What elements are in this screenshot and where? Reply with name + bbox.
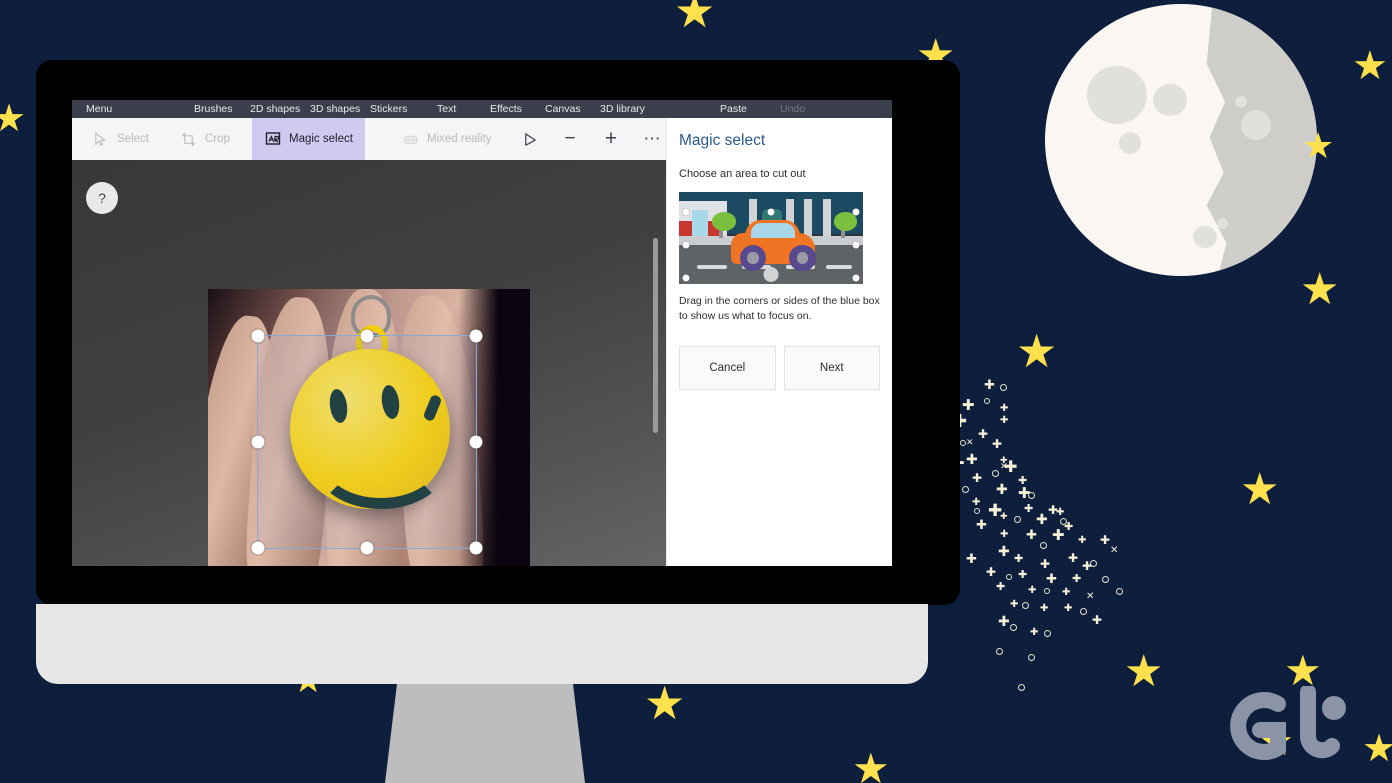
tool-mixed-reality-label: Mixed reality (427, 133, 492, 145)
star-icon: ★ (674, 0, 716, 37)
screenshot-root: ★ ★ ★ ★ ★ ★ ★ ★ ★ ★ ★ ★ ★ ★ ★ ✚ ✚ ✚ ✚ ✚ … (0, 0, 1392, 783)
star-icon: ★ (1352, 44, 1388, 88)
view-3d-button[interactable] (512, 118, 548, 160)
thumb-handle-ne[interactable] (852, 208, 860, 216)
selection-handle-n[interactable] (360, 329, 374, 343)
star-icon: ★ (644, 677, 686, 729)
thumb-car-wheel (789, 244, 816, 272)
thumb-car-window (750, 223, 795, 238)
help-label: ? (98, 190, 106, 206)
star-icon: ★ (1124, 647, 1164, 696)
panel-title: Magic select (679, 132, 766, 149)
thumb-drag-knob[interactable] (763, 267, 779, 282)
thumb-pillar (822, 199, 831, 240)
selection-handle-ne[interactable] (469, 329, 483, 343)
monitor-base-panel (36, 604, 928, 684)
thumb-tree (712, 212, 737, 231)
moon-crater (1235, 96, 1247, 108)
moon-crater (1119, 132, 1141, 154)
zoom-out-button[interactable]: − (552, 118, 588, 160)
menu-item-effects[interactable]: Effects (490, 103, 522, 115)
menu-item-undo: Undo (780, 103, 806, 115)
plus-icon: + (604, 127, 618, 150)
menu-item-2d-shapes[interactable]: 2D shapes (250, 103, 300, 115)
star-icon: ★ (852, 745, 890, 783)
thumb-car-wheel (739, 244, 766, 272)
tool-magic-select[interactable]: Magic select (252, 118, 365, 160)
selection-handle-s[interactable] (360, 541, 374, 555)
cursor-icon (92, 131, 109, 148)
tool-select-label: Select (117, 133, 149, 145)
star-icon: ★ (1016, 325, 1058, 377)
star-icon: ★ (1240, 465, 1280, 514)
selection-handle-w[interactable] (251, 435, 265, 449)
cancel-label: Cancel (709, 361, 746, 374)
gt-logo: GT (1222, 684, 1372, 766)
selection-handle-e[interactable] (469, 435, 483, 449)
thumb-window (691, 210, 709, 237)
thumb-handle-se[interactable] (852, 274, 860, 282)
crop-icon (180, 131, 197, 148)
thumb-road-dash (697, 265, 727, 270)
menu-item-3d-shapes[interactable]: 3D shapes (310, 103, 360, 115)
moon-crater (1153, 84, 1187, 116)
menu-item-stickers[interactable]: Stickers (370, 103, 407, 115)
thumb-handle-n[interactable] (767, 208, 775, 216)
canvas-vertical-scrollbar[interactable] (653, 238, 658, 433)
moon-crater (1193, 226, 1217, 248)
ellipsis-icon: ⋯ (643, 129, 661, 148)
help-button[interactable]: ? (86, 182, 118, 214)
paint3d-window: Menu Brushes 2D shapes 3D shapes Sticker… (72, 100, 892, 566)
star-icon: ★ (1300, 265, 1340, 314)
menu-item-paste[interactable]: Paste (720, 103, 747, 115)
3d-view-icon (524, 132, 536, 146)
thumb-handle-sw[interactable] (682, 274, 690, 282)
more-options-button[interactable]: ⋯ (634, 118, 670, 160)
selection-handle-se[interactable] (469, 541, 483, 555)
tool-crop[interactable]: Crop (168, 118, 242, 160)
menu-item-brushes[interactable]: Brushes (194, 103, 233, 115)
canvas-area[interactable]: ? (72, 160, 666, 566)
minus-icon: − (564, 128, 576, 149)
tool-crop-label: Crop (205, 133, 230, 145)
mixed-reality-icon (402, 131, 419, 148)
panel-preview-thumbnail[interactable] (679, 192, 863, 284)
menu-bar: Menu Brushes 2D shapes 3D shapes Sticker… (72, 100, 892, 118)
star-icon: ★ (0, 98, 27, 140)
next-label: Next (819, 361, 844, 374)
moon-crater (1241, 110, 1271, 140)
moon-crater (1087, 66, 1147, 124)
monitor-stand (385, 684, 585, 783)
star-icon: ★ (1302, 125, 1335, 166)
thumb-road-dash (826, 265, 852, 270)
moon-crater (1217, 218, 1228, 229)
panel-hint: Drag in the corners or sides of the blue… (679, 295, 880, 322)
panel-action-row: Cancel Next (679, 345, 880, 390)
panel-subtitle: Choose an area to cut out (679, 168, 806, 180)
menu-item-canvas[interactable]: Canvas (545, 103, 581, 115)
tool-select[interactable]: Select (80, 118, 161, 160)
tool-ribbon: Select Crop Magic select Mixed reality −… (72, 118, 684, 161)
zoom-in-button[interactable]: + (593, 118, 629, 160)
thumb-handle-nw[interactable] (682, 208, 690, 216)
selection-box[interactable] (251, 329, 483, 555)
magic-select-icon (264, 131, 281, 148)
magic-select-panel: Magic select Choose an area to cut out D… (666, 118, 892, 566)
next-button[interactable]: Next (783, 345, 880, 390)
menu-item-3d-library[interactable]: 3D library (600, 103, 645, 115)
selection-handle-sw[interactable] (251, 541, 265, 555)
cancel-button[interactable]: Cancel (679, 345, 776, 390)
menu-item-text[interactable]: Text (437, 103, 456, 115)
tool-magic-select-label: Magic select (289, 133, 353, 145)
tool-mixed-reality[interactable]: Mixed reality (390, 118, 504, 160)
thumb-handle-e[interactable] (852, 241, 860, 249)
thumb-handle-w[interactable] (682, 241, 690, 249)
moon-graphic (1045, 4, 1317, 276)
selection-handle-nw[interactable] (251, 329, 265, 343)
menu-item-menu[interactable]: Menu (86, 103, 112, 115)
